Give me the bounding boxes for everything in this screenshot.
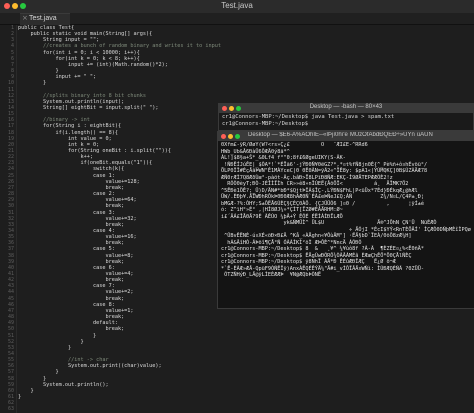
close-window-button[interactable] bbox=[221, 134, 226, 139]
maximize-window-button[interactable] bbox=[235, 134, 240, 139]
terminal-output: 0Xfm£-ÿR/ØøY(W?<rs»Ç¿£ Ò ¯ÆÎ£Ê-^RRd6 HWb_… bbox=[221, 142, 471, 306]
line-number: 63 bbox=[7, 406, 14, 413]
bash-terminal-window[interactable]: Desktop — -bash — 80×43 cr1@Connors-MBP:… bbox=[218, 103, 474, 131]
editor-tab-bar: × Test.java bbox=[0, 13, 474, 25]
line-number-gutter: 1 2 3 4 5 6 7 8 9 10 11 12 13 14 15 16 17 18 19 20 21 22 23 24 2… bbox=[0, 25, 17, 413]
terminal-title: Desktop — $Ê6-Â%ÃÖhÏË--«ÍÞjì0hî'e`MÙzÔfÀ… bbox=[248, 132, 433, 138]
code-line: String[] eightBit = input.split(" "); bbox=[18, 104, 159, 111]
terminal-line: yk&ÑMÜÌ^ ÜL$U Ä®^JÔhN ÇN'Ü NüÉÆÒ bbox=[221, 220, 437, 226]
tab-test-java[interactable]: × Test.java bbox=[20, 13, 70, 25]
terminal-line: ÕTZÑHýÐ_LÄ@ÿLÌEÈÆÆÞ ¥N@ÆQbÞÒNË bbox=[221, 272, 321, 278]
editor-titlebar: Test.java bbox=[0, 0, 474, 14]
tab-label: Test.java bbox=[29, 15, 57, 22]
code-line: } bbox=[18, 394, 22, 400]
output-terminal-window[interactable]: Desktop — $Ê6-Â%ÃÖhÏË--«ÍÞjì0hî'e`MÙzÔfÀ… bbox=[217, 131, 474, 309]
tab-close-icon[interactable]: × bbox=[22, 14, 28, 22]
code-line: } bbox=[18, 80, 47, 87]
editor-window-title: Test.java bbox=[221, 1, 253, 10]
terminal-titlebar: Desktop — -bash — 80×43 bbox=[219, 104, 473, 113]
terminal-line: cr1@Connors-MBP:~/Desktop$ java Test.jav… bbox=[222, 114, 395, 120]
terminal-line: cr1@Connors-MBP:~/Desktop$ bbox=[222, 121, 312, 127]
terminal-titlebar: Desktop — $Ê6-Â%ÃÖhÏË--«ÍÞjì0hî'e`MÙzÔfÀ… bbox=[218, 132, 474, 141]
code-line: } bbox=[18, 344, 72, 351]
minimize-window-button[interactable] bbox=[228, 134, 233, 139]
terminal-output: cr1@Connors-MBP:~/Desktop$ java Test.jav… bbox=[222, 114, 394, 128]
terminal-title: Desktop — -bash — 80×43 bbox=[309, 104, 383, 110]
